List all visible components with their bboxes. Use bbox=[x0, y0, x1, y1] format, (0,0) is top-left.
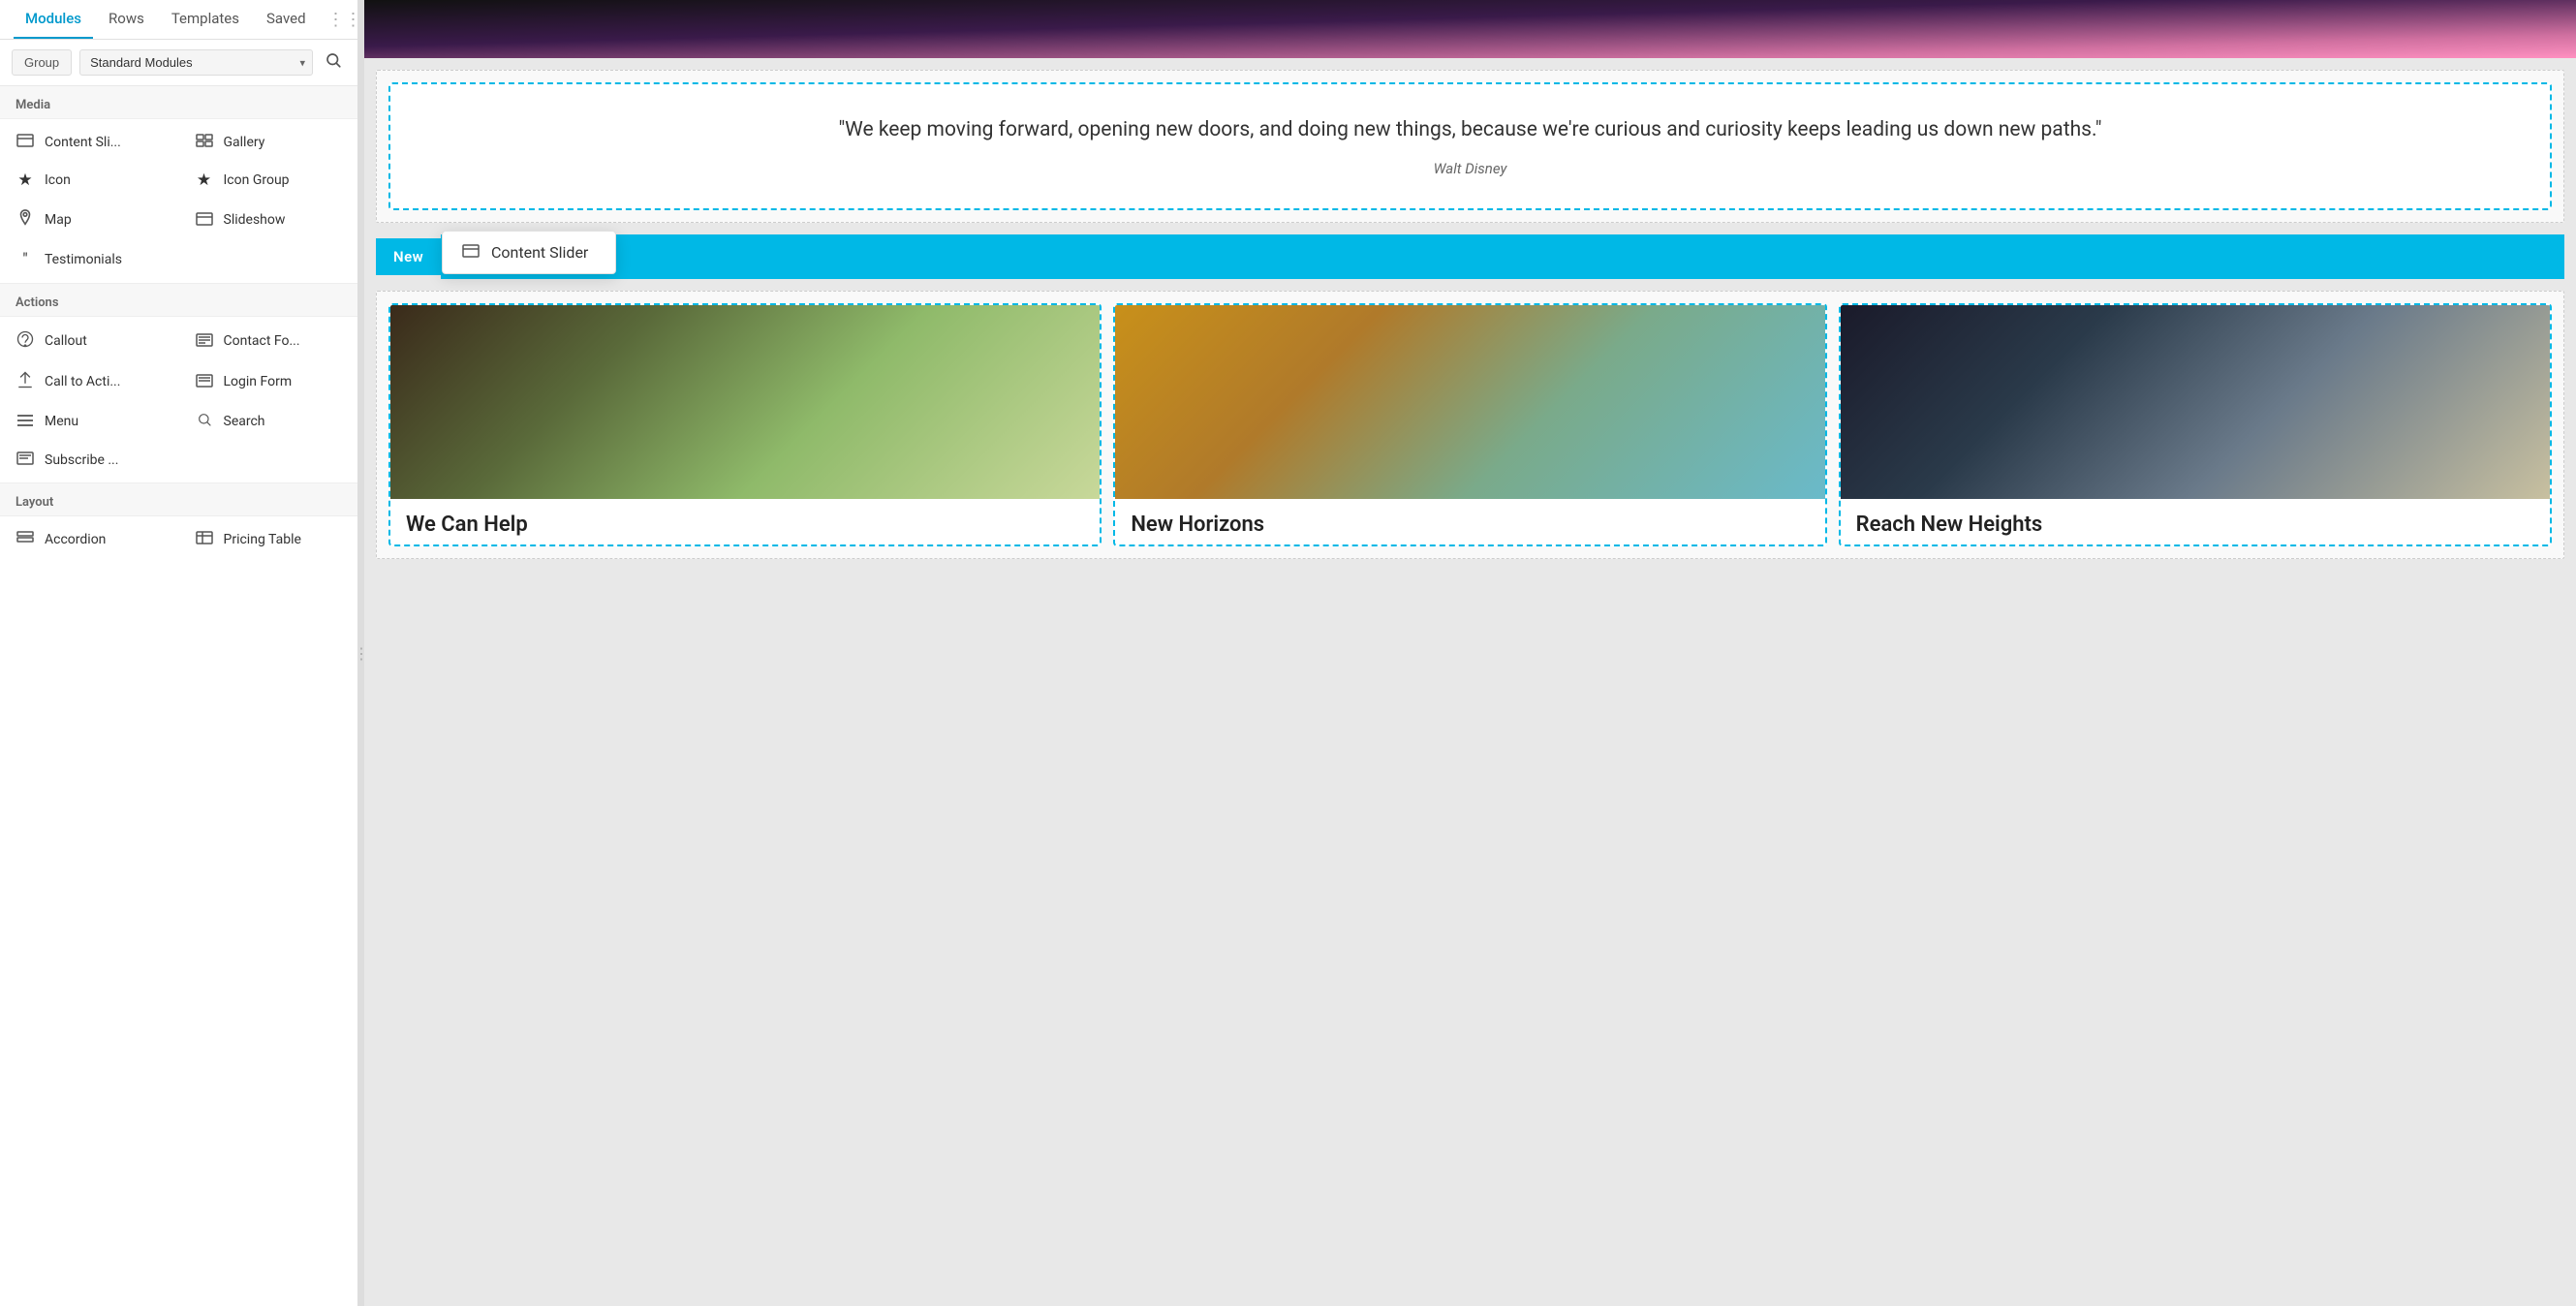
card-2-image bbox=[1841, 305, 2550, 499]
group-select[interactable]: Standard Modules bbox=[79, 49, 313, 76]
module-content-slider-label: Content Sli... bbox=[45, 135, 121, 150]
quote-section: "We keep moving forward, opening new doo… bbox=[376, 70, 2564, 223]
module-icon-group[interactable]: ★ Icon Group bbox=[179, 161, 358, 200]
card-1-title: New Horizons bbox=[1115, 499, 1824, 544]
quote-box: "We keep moving forward, opening new doo… bbox=[388, 82, 2552, 210]
module-pricing-table-label: Pricing Table bbox=[224, 532, 301, 547]
hero-image-inner bbox=[364, 0, 2576, 58]
module-slideshow-label: Slideshow bbox=[224, 212, 286, 228]
new-banner: New Content Slider bbox=[376, 234, 2564, 279]
module-menu[interactable]: Menu bbox=[0, 402, 179, 441]
search-button[interactable] bbox=[321, 49, 346, 76]
tooltip-label: Content Slider bbox=[491, 243, 588, 262]
module-accordion-label: Accordion bbox=[45, 532, 106, 547]
module-search[interactable]: Search bbox=[179, 402, 358, 441]
module-slideshow[interactable]: Slideshow bbox=[179, 200, 358, 240]
module-contact-form[interactable]: Contact Fo... bbox=[179, 321, 358, 361]
main-content: "We keep moving forward, opening new doo… bbox=[364, 0, 2576, 1306]
search-module-icon bbox=[195, 412, 214, 431]
media-grid: Content Sli... Gallery ★ Icon ★ Icon Gro… bbox=[0, 119, 357, 283]
card-1: New Horizons bbox=[1113, 303, 1826, 546]
gallery-icon bbox=[195, 133, 214, 151]
group-select-wrap: Standard Modules ▾ bbox=[79, 49, 313, 76]
module-subscribe[interactable]: Subscribe ... bbox=[0, 441, 179, 479]
menu-icon bbox=[16, 413, 35, 431]
content-slider-icon bbox=[16, 133, 35, 151]
filter-bar: Group Standard Modules ▾ bbox=[0, 40, 357, 86]
call-to-action-icon bbox=[16, 371, 35, 392]
icon-group-icon: ★ bbox=[195, 171, 214, 190]
module-callout[interactable]: Callout bbox=[0, 321, 179, 361]
tab-templates[interactable]: Templates bbox=[160, 0, 251, 39]
testimonials-icon: " bbox=[16, 250, 35, 269]
accordion-icon bbox=[16, 530, 35, 548]
module-gallery[interactable]: Gallery bbox=[179, 123, 358, 161]
module-testimonials-label: Testimonials bbox=[45, 252, 122, 267]
search-icon bbox=[325, 51, 342, 69]
module-content-slider[interactable]: Content Sli... bbox=[0, 123, 179, 161]
login-form-icon bbox=[195, 373, 214, 391]
module-icon-label: Icon bbox=[45, 172, 71, 188]
contact-form-icon bbox=[195, 332, 214, 351]
quote-author: Walt Disney bbox=[429, 160, 2511, 177]
section-layout-label: Layout bbox=[0, 482, 357, 516]
card-1-image bbox=[1115, 305, 1824, 499]
icon-module-icon: ★ bbox=[16, 171, 35, 190]
card-0: We Can Help bbox=[388, 303, 1102, 546]
cards-section: We Can Help New Horizons Reach New Heigh… bbox=[376, 291, 2564, 559]
subscribe-icon bbox=[16, 451, 35, 469]
module-subscribe-label: Subscribe ... bbox=[45, 452, 118, 468]
module-icon[interactable]: ★ Icon bbox=[0, 161, 179, 200]
group-button[interactable]: Group bbox=[12, 49, 72, 76]
new-badge: New bbox=[376, 238, 441, 275]
card-2: Reach New Heights bbox=[1839, 303, 2552, 546]
hero-image bbox=[364, 0, 2576, 58]
card-2-title: Reach New Heights bbox=[1841, 499, 2550, 544]
module-login-form-label: Login Form bbox=[224, 374, 293, 389]
map-icon bbox=[16, 209, 35, 231]
module-call-to-action-label: Call to Acti... bbox=[45, 374, 120, 389]
drag-handle-icon[interactable]: ⋮⋮ bbox=[322, 10, 358, 30]
module-search-label: Search bbox=[224, 414, 265, 429]
module-contact-form-label: Contact Fo... bbox=[224, 333, 300, 349]
content-slider-tooltip[interactable]: Content Slider bbox=[442, 231, 616, 274]
callout-icon bbox=[16, 330, 35, 352]
layout-grid: Accordion Pricing Table bbox=[0, 516, 357, 562]
module-accordion[interactable]: Accordion bbox=[0, 520, 179, 558]
card-0-image bbox=[390, 305, 1100, 499]
nav-tabs: Modules Rows Templates Saved ⋮⋮ bbox=[0, 0, 357, 40]
actions-grid: Callout Contact Fo... Call to Acti... bbox=[0, 317, 357, 482]
slideshow-icon bbox=[195, 211, 214, 230]
pricing-table-icon bbox=[195, 530, 214, 548]
tooltip-content-slider-icon bbox=[462, 243, 480, 262]
module-pricing-table[interactable]: Pricing Table bbox=[179, 520, 358, 558]
modules-scroll: Media Content Sli... Gallery ★ Icon bbox=[0, 86, 357, 1306]
module-testimonials[interactable]: " Testimonials bbox=[0, 240, 179, 279]
cards-grid: We Can Help New Horizons Reach New Heigh… bbox=[388, 303, 2552, 546]
tab-saved[interactable]: Saved bbox=[255, 0, 318, 39]
tab-modules[interactable]: Modules bbox=[14, 0, 93, 39]
sidebar: Modules Rows Templates Saved ⋮⋮ Group St… bbox=[0, 0, 358, 1306]
module-gallery-label: Gallery bbox=[224, 135, 265, 150]
card-0-title: We Can Help bbox=[390, 499, 1100, 544]
quote-text: "We keep moving forward, opening new doo… bbox=[429, 115, 2511, 146]
section-media-label: Media bbox=[0, 86, 357, 119]
module-call-to-action[interactable]: Call to Acti... bbox=[0, 361, 179, 402]
module-map[interactable]: Map bbox=[0, 200, 179, 240]
new-banner-bar bbox=[441, 234, 2564, 279]
module-icon-group-label: Icon Group bbox=[224, 172, 290, 188]
module-callout-label: Callout bbox=[45, 333, 87, 349]
module-map-label: Map bbox=[45, 212, 72, 228]
tab-rows[interactable]: Rows bbox=[97, 0, 156, 39]
module-menu-label: Menu bbox=[45, 414, 78, 429]
module-login-form[interactable]: Login Form bbox=[179, 361, 358, 402]
section-actions-label: Actions bbox=[0, 283, 357, 317]
